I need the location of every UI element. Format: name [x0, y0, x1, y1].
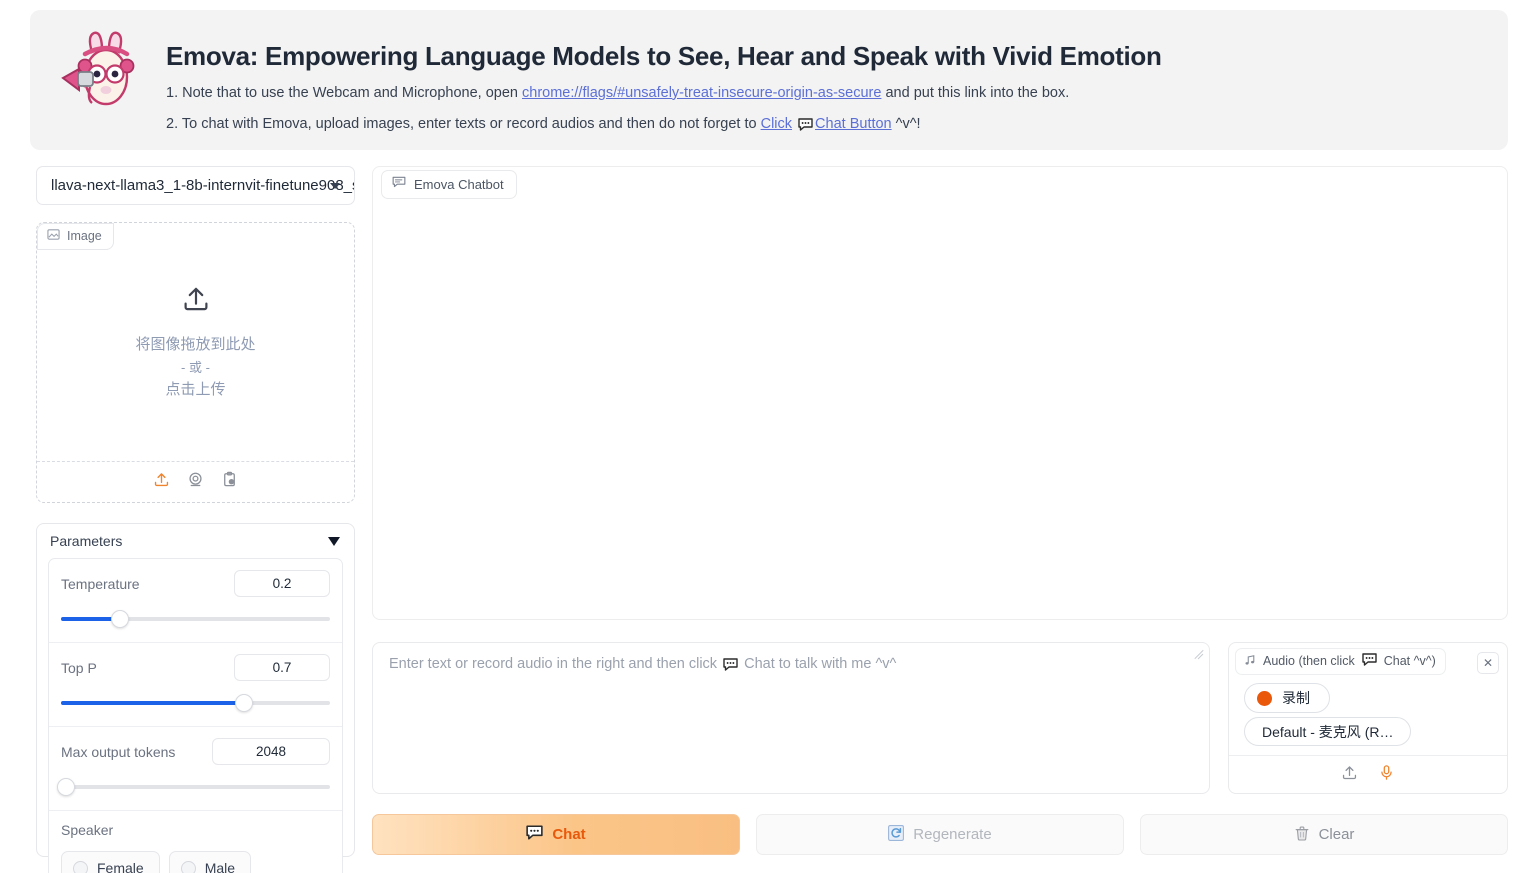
- speaker-radio-group: Female Male: [61, 851, 330, 873]
- app-root: Emova: Empowering Language Models to See…: [0, 0, 1539, 873]
- speaker-option-female-label: Female: [97, 860, 144, 873]
- regenerate-button[interactable]: Regenerate: [756, 814, 1124, 855]
- chatbot-tab[interactable]: Emova Chatbot: [381, 170, 517, 199]
- image-action-row: [37, 461, 354, 502]
- image-panel-tab: Image: [37, 223, 114, 250]
- speaker-option-male[interactable]: Male: [168, 851, 252, 873]
- drop-text: 将图像拖放到此处: [135, 335, 256, 353]
- slider-knob[interactable]: [57, 778, 76, 796]
- slider-fill: [61, 701, 244, 705]
- microphone-device-label: Default - 麦克风 (R…: [1262, 723, 1394, 740]
- chat-button[interactable]: Chat: [372, 814, 740, 855]
- parameters-title: Parameters: [50, 533, 123, 549]
- image-drop-zone[interactable]: 将图像拖放到此处 - 或 - 点击上传: [37, 223, 354, 463]
- drop-or-text: - 或 -: [181, 359, 210, 375]
- slider-knob[interactable]: [234, 694, 253, 712]
- refresh-icon: [888, 824, 905, 845]
- note1-suffix: and put this link into the box.: [881, 84, 1070, 101]
- trash-icon: [1294, 825, 1310, 845]
- llama-mascot-icon: [48, 24, 144, 122]
- triangle-down-icon[interactable]: [328, 536, 340, 546]
- temperature-label: Temperature: [61, 575, 140, 592]
- max-output-tokens-slider[interactable]: [57, 778, 330, 796]
- note-line-2: 2. To chat with Emova, upload images, en…: [166, 116, 1162, 136]
- music-note-icon: [1244, 654, 1256, 669]
- audio-action-row: [1229, 755, 1507, 793]
- parameter-row-temperature: Temperature 0.2: [49, 559, 342, 643]
- parameter-row-max-output-tokens: Max output tokens 2048: [49, 727, 342, 811]
- microphone-device-select[interactable]: Default - 麦克风 (R…: [1244, 717, 1412, 746]
- image-upload-panel[interactable]: Image 将图像拖放到此处 - 或 - 点击上传: [36, 222, 355, 503]
- slider-knob[interactable]: [111, 610, 130, 628]
- upload-icon[interactable]: [153, 471, 170, 493]
- upload-arrow-icon: [181, 284, 211, 319]
- parameters-panel: Parameters Temperature 0.2 Top P 0.7 Max…: [36, 523, 355, 873]
- max-output-tokens-value[interactable]: 2048: [212, 738, 330, 765]
- textarea-placeholder-part1: Enter text or record audio in the right …: [389, 656, 718, 672]
- textarea-placeholder-part2: Chat to talk with me ^v^: [744, 656, 897, 672]
- parameter-row-speaker: Speaker Female Male: [49, 811, 342, 873]
- chat-bubble-icon: [1362, 653, 1377, 669]
- parameters-header[interactable]: Parameters: [37, 524, 354, 558]
- audio-tab-label-part2: Chat ^v^): [1383, 654, 1436, 668]
- chat-bubble-icon: [526, 825, 543, 844]
- audio-tab-label-part1: Audio (then click: [1263, 654, 1355, 668]
- textarea-resize-handle[interactable]: [1194, 648, 1205, 659]
- webcam-icon[interactable]: [187, 471, 204, 493]
- click-link[interactable]: Click: [761, 116, 792, 132]
- note1-prefix: 1. Note that to use the Webcam and Micro…: [166, 84, 523, 101]
- page-title: Emova: Empowering Language Models to See…: [166, 41, 1162, 71]
- chatbot-panel: Emova Chatbot: [372, 166, 1508, 620]
- microphone-icon[interactable]: [1378, 764, 1395, 786]
- upload-audio-icon[interactable]: [1341, 764, 1358, 786]
- chatbot-tab-label: Emova Chatbot: [414, 176, 504, 192]
- parameters-body: Temperature 0.2 Top P 0.7 Max output tok…: [48, 558, 343, 873]
- chat-button-link[interactable]: Chat Button: [815, 116, 892, 132]
- regenerate-button-label: Regenerate: [913, 826, 992, 843]
- paste-clipboard-icon[interactable]: [221, 471, 238, 493]
- chat-bubble-icon: [723, 658, 738, 675]
- parameter-row-top-p: Top P 0.7: [49, 643, 342, 727]
- chevron-down-icon: [330, 182, 340, 189]
- temperature-value[interactable]: 0.2: [234, 570, 330, 597]
- audio-panel-tab: Audio (then click Chat ^v^): [1235, 648, 1446, 675]
- image-panel-tab-label: Image: [67, 229, 102, 243]
- speaker-label: Speaker: [61, 822, 114, 838]
- radio-circle-icon: [73, 860, 88, 873]
- note2-prefix: 2. To chat with Emova, upload images, en…: [166, 115, 761, 132]
- message-textarea[interactable]: Enter text or record audio in the right …: [372, 642, 1210, 794]
- top-p-slider[interactable]: [61, 694, 330, 712]
- top-p-label: Top P: [61, 659, 97, 676]
- temperature-slider[interactable]: [61, 610, 330, 628]
- image-icon: [47, 228, 60, 244]
- radio-circle-icon: [180, 860, 196, 873]
- chat-button-label: Chat: [552, 826, 586, 843]
- audio-panel: Audio (then click Chat ^v^) ✕ 录制 Default…: [1228, 642, 1508, 794]
- header-text-block: Emova: Empowering Language Models to See…: [144, 24, 1162, 136]
- model-selector-dropdown[interactable]: llava-next-llama3_1-8b-internvit-finetun…: [36, 166, 355, 205]
- model-selector-value: llava-next-llama3_1-8b-internvit-finetun…: [51, 177, 355, 194]
- click-upload-text: 点击上传: [165, 381, 226, 399]
- record-button-label: 录制: [1282, 690, 1310, 706]
- max-output-tokens-label: Max output tokens: [61, 743, 176, 760]
- note-line-1: 1. Note that to use the Webcam and Micro…: [166, 85, 1162, 102]
- top-p-value[interactable]: 0.7: [234, 654, 330, 681]
- chat-bubble-icon: [392, 176, 406, 192]
- close-icon[interactable]: ✕: [1477, 652, 1499, 674]
- record-dot-icon: [1257, 690, 1272, 706]
- clear-button[interactable]: Clear: [1140, 814, 1508, 855]
- slider-track: [61, 785, 330, 789]
- record-button[interactable]: 录制: [1244, 683, 1330, 713]
- clear-button-label: Clear: [1318, 826, 1355, 843]
- header-banner: Emova: Empowering Language Models to See…: [30, 10, 1508, 150]
- speaker-option-male-label: Male: [204, 860, 236, 873]
- note2-suffix: ^v^!: [891, 115, 921, 132]
- chat-bubble-icon: [798, 118, 813, 136]
- speaker-option-female[interactable]: Female: [61, 851, 160, 873]
- insecure-origin-flag-link[interactable]: chrome://flags/#unsafely-treat-insecure-…: [522, 85, 881, 101]
